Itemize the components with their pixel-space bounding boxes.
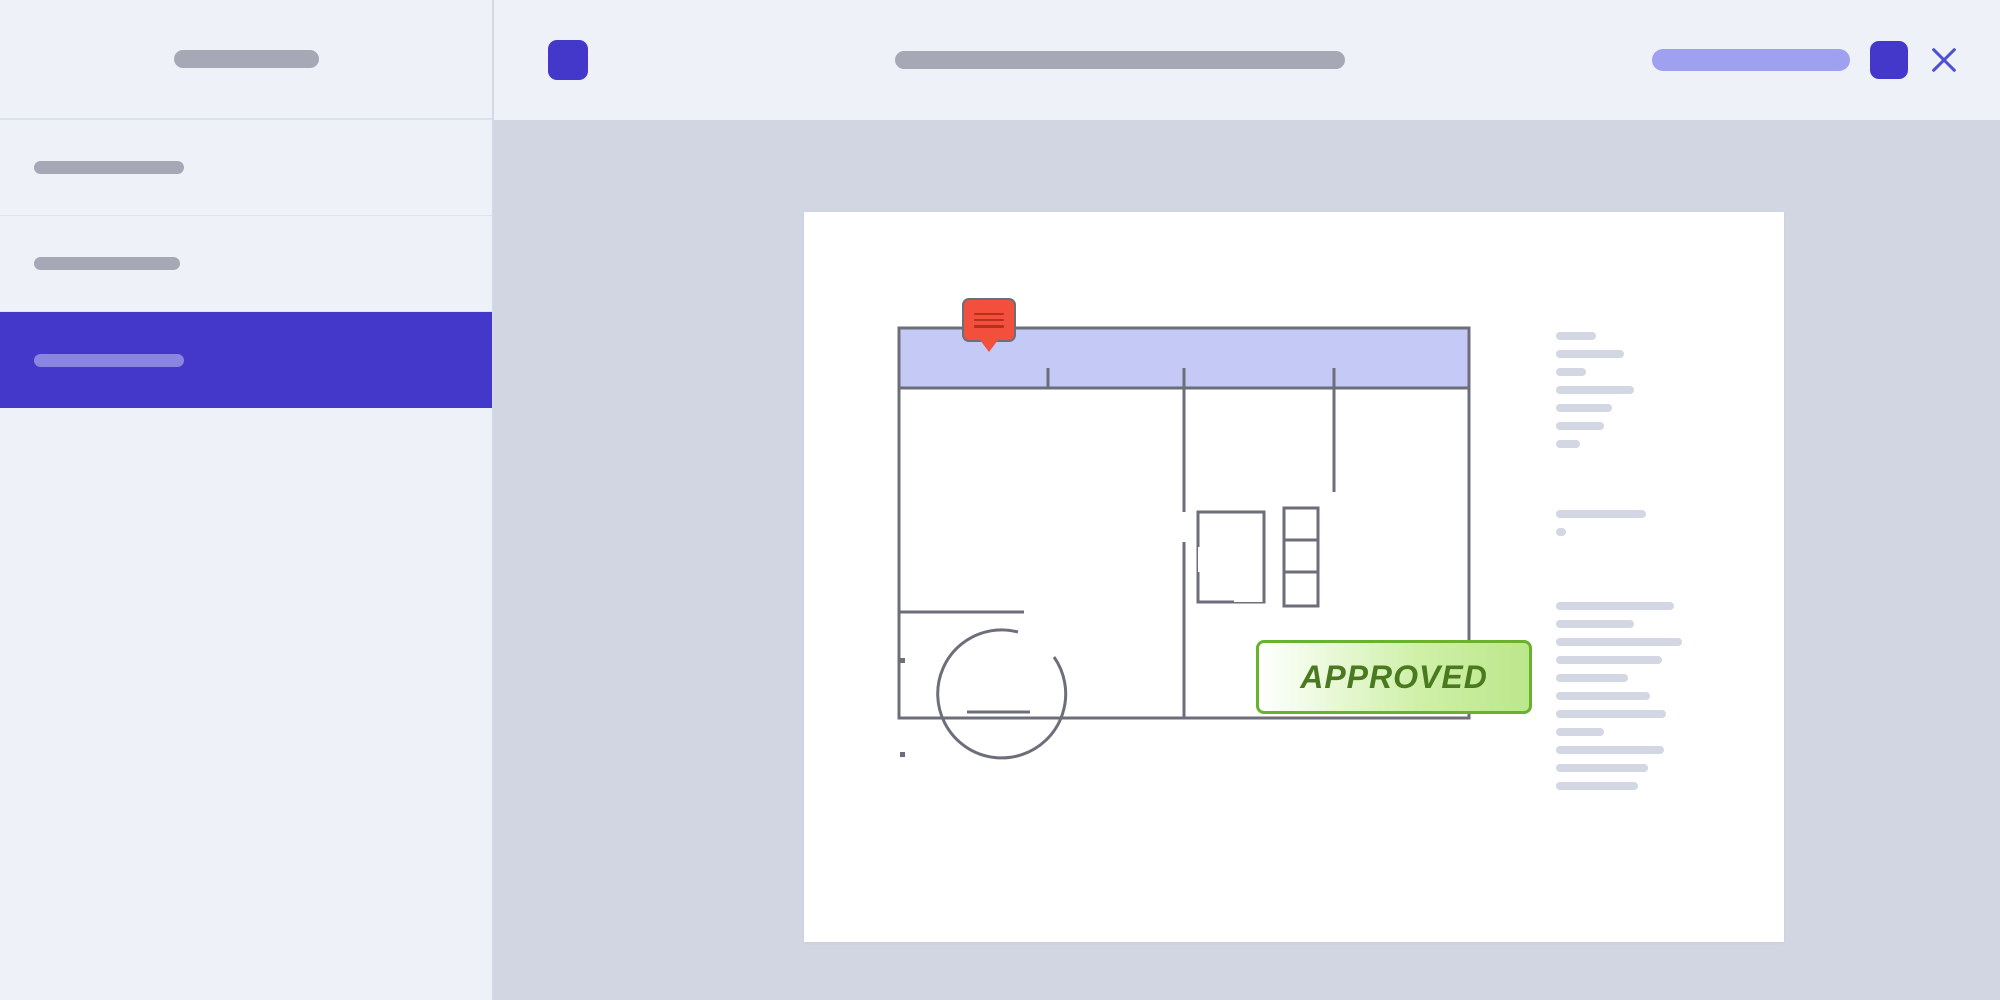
approval-stamp[interactable]: APPROVED — [1256, 640, 1532, 714]
document-title — [895, 51, 1345, 69]
sidebar-nav — [0, 120, 492, 1000]
comment-lines-icon — [974, 313, 1004, 328]
title-block-section-1 — [1556, 332, 1634, 458]
sidebar-header — [0, 0, 492, 120]
canvas[interactable]: APPROVED — [494, 120, 2000, 1000]
sidebar-item-1[interactable] — [0, 216, 492, 312]
sidebar-item-label — [34, 354, 184, 367]
sidebar-title — [174, 50, 319, 68]
approval-stamp-text: APPROVED — [1300, 659, 1488, 696]
floorplan-drawing — [804, 212, 1784, 942]
sidebar-item-label — [34, 161, 184, 174]
sidebar-item-0[interactable] — [0, 120, 492, 216]
title-block-section-3 — [1556, 602, 1682, 800]
comment-pin-icon[interactable] — [962, 298, 1016, 342]
sidebar-item-label — [34, 257, 180, 270]
title-block-section-2 — [1556, 510, 1646, 546]
app-menu-button[interactable] — [548, 40, 588, 80]
primary-action-pill[interactable] — [1652, 49, 1850, 71]
document-page[interactable]: APPROVED — [804, 212, 1784, 942]
sidebar — [0, 0, 494, 1000]
secondary-action-button[interactable] — [1870, 41, 1908, 79]
topbar — [494, 0, 2000, 120]
sidebar-item-2[interactable] — [0, 312, 492, 408]
main: APPROVED — [494, 0, 2000, 1000]
close-icon[interactable] — [1928, 44, 1960, 76]
